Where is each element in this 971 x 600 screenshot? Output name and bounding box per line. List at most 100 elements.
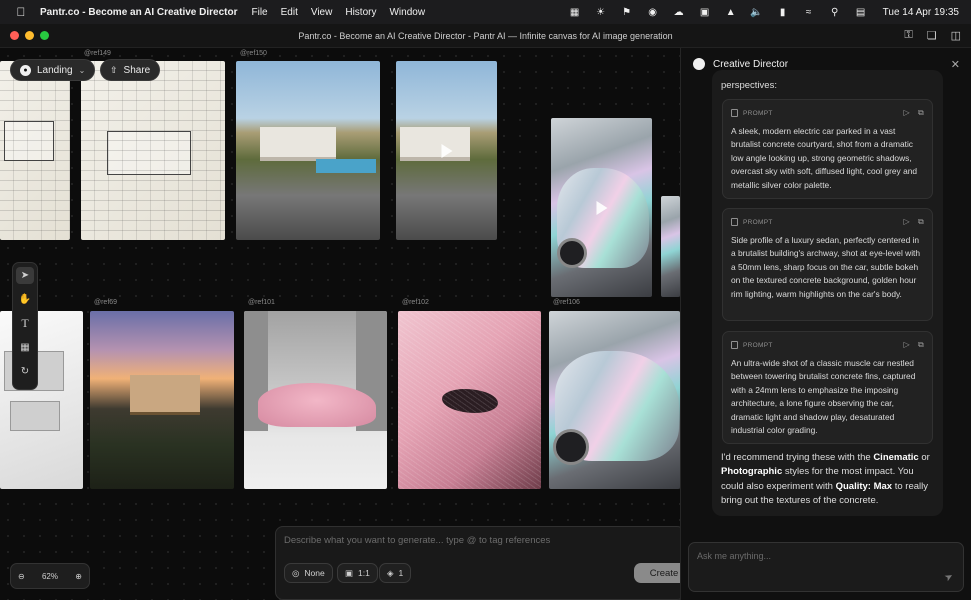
hand-tool-icon[interactable]: ✋ <box>16 291 34 308</box>
image-card-partial[interactable] <box>661 196 680 297</box>
record-icon[interactable]: ◉ <box>647 6 659 18</box>
zoom-window-button[interactable] <box>40 31 49 40</box>
prompt-actions: ▷ ⧉ <box>904 217 924 227</box>
image-card-ref149[interactable] <box>81 61 225 240</box>
minimize-window-button[interactable] <box>25 31 34 40</box>
panel-title: Creative Director <box>713 58 789 70</box>
battery-icon[interactable]: ▮ <box>777 6 789 18</box>
control-center-icon[interactable]: ▤ <box>855 6 867 18</box>
copy-icon[interactable]: ⧉ <box>918 217 924 227</box>
play-icon[interactable]: ▷ <box>904 340 910 350</box>
zoom-control: ⊖ 62% ⊕ <box>10 563 90 589</box>
video-card-villa[interactable] <box>396 61 497 240</box>
document-icon <box>731 341 738 349</box>
image-card-ref106[interactable] <box>549 311 680 489</box>
ref-label: @ref102 <box>402 299 429 306</box>
document-icon <box>731 218 738 226</box>
prompt-card: PROMPT ▷ ⧉ A sleek, modern electric car … <box>722 99 933 199</box>
rec-bold: Photographic <box>721 466 783 478</box>
prompt-label: PROMPT <box>743 218 773 226</box>
ask-input-box[interactable]: Ask me anything... ➤ <box>688 542 964 592</box>
chevron-down-icon: ⌄ <box>78 65 86 75</box>
key-icon[interactable]: ⚿ <box>904 29 912 42</box>
notion-icon[interactable]: ▣ <box>699 6 711 18</box>
play-icon[interactable]: ▷ <box>904 217 910 227</box>
volume-icon[interactable]: 🔈 <box>750 6 762 18</box>
titlebar-actions: ⚿ ❏ ◫ <box>904 29 971 42</box>
apple-icon[interactable]:  <box>14 5 28 19</box>
zoom-in-icon[interactable]: ⊕ <box>75 572 82 581</box>
infinite-canvas[interactable]: @ref149 @ref150 @ref69 @ref101 @ref102 @… <box>0 48 680 600</box>
close-icon[interactable]: ✕ <box>951 58 960 71</box>
style-chip[interactable]: ◎ None <box>284 563 333 583</box>
prompt-card: PROMPT ▷ ⧉ An ultra-wide shot of a class… <box>722 331 933 444</box>
aspect-ratio-chip[interactable]: ▣ 1:1 <box>337 563 378 583</box>
board-name: Landing <box>37 64 73 76</box>
prompt-actions: ▷ ⧉ <box>904 340 924 350</box>
menu-bar:  Pantr.co - Become an AI Creative Direc… <box>0 0 971 24</box>
prompt-card-header: PROMPT ▷ ⧉ <box>731 340 924 350</box>
count-chip[interactable]: ◈ 1 <box>379 563 412 583</box>
palette-icon: ◎ <box>292 567 300 578</box>
menu-window[interactable]: Window <box>389 7 425 18</box>
airplay-icon[interactable]: ▲ <box>725 6 737 18</box>
villa-pool <box>316 159 376 173</box>
prompt-text: An ultra-wide shot of a classic muscle c… <box>731 358 916 436</box>
window-titlebar: Pantr.co - Become an AI Creative Directo… <box>0 24 971 48</box>
board-selector[interactable]: ● Landing ⌄ <box>10 59 96 81</box>
image-card-ref101[interactable] <box>244 311 387 489</box>
prompt-text: A sleek, modern electric car parked in a… <box>731 126 918 190</box>
app-menu[interactable]: Pantr.co - Become an AI Creative Directo… <box>40 7 237 18</box>
prompt-card-header: PROMPT ▷ ⧉ <box>731 108 924 118</box>
create-button[interactable]: Create <box>634 563 680 583</box>
ref-label: @ref106 <box>553 299 580 306</box>
sketch-house <box>107 131 191 175</box>
copy-icon[interactable]: ⧉ <box>918 340 924 350</box>
arch-block <box>10 401 60 431</box>
pantr-logo-icon <box>693 58 705 70</box>
rec-text: I'd recommend trying these with the <box>721 452 874 463</box>
play-icon[interactable]: ▷ <box>904 108 910 118</box>
rec-bold: Cinematic <box>873 452 919 463</box>
zoom-out-icon[interactable]: ⊖ <box>18 572 25 581</box>
image-card-sketch-left[interactable] <box>0 61 70 240</box>
text-tool-icon[interactable]: T <box>16 315 34 332</box>
grid-tool-icon[interactable]: ▦ <box>16 339 34 356</box>
ref-label: @ref69 <box>94 299 118 306</box>
flag-icon[interactable]: ⚑ <box>621 6 633 18</box>
share-button[interactable]: ⇧ Share <box>100 59 161 81</box>
traffic-lights <box>10 31 49 40</box>
car-wheel <box>553 429 589 465</box>
image-card-ref102[interactable] <box>398 311 541 489</box>
pantr-logo-icon: ● <box>20 64 31 76</box>
menu-history[interactable]: History <box>345 7 376 18</box>
play-icon[interactable] <box>441 143 452 158</box>
sun-icon[interactable]: ☀ <box>595 6 607 18</box>
menu-view[interactable]: View <box>311 7 333 18</box>
sunset-building <box>130 375 200 415</box>
prompt-label: PROMPT <box>743 341 773 349</box>
menu-file[interactable]: File <box>251 7 267 18</box>
send-icon[interactable]: ➤ <box>942 571 955 585</box>
cloud-icon[interactable]: ☁ <box>673 6 685 18</box>
copy-icon[interactable]: ⧉ <box>918 108 924 118</box>
play-icon[interactable] <box>596 200 607 215</box>
share-label: Share <box>123 64 151 76</box>
lasso-tool-icon[interactable]: ↻ <box>16 363 34 380</box>
extensions-icon[interactable]: ❏ <box>927 29 937 42</box>
share-icon: ⇧ <box>110 64 118 75</box>
wifi-icon[interactable]: ≈ <box>803 6 815 18</box>
close-window-button[interactable] <box>10 31 19 40</box>
search-icon[interactable]: ⚲ <box>829 6 841 18</box>
image-card-ref69[interactable] <box>90 311 234 489</box>
menu-edit[interactable]: Edit <box>281 7 298 18</box>
box-icon[interactable]: ▦ <box>569 6 581 18</box>
car-wheel <box>557 238 587 268</box>
ask-input[interactable]: Ask me anything... <box>697 551 771 561</box>
prompt-input[interactable]: Describe what you want to generate... ty… <box>284 535 550 546</box>
video-card-holo-car[interactable] <box>551 118 652 297</box>
sidebar-toggle-icon[interactable]: ◫ <box>951 29 961 42</box>
menubar-clock[interactable]: Tue 14 Apr 19:35 <box>883 7 959 18</box>
select-tool-icon[interactable]: ➤ <box>16 267 34 284</box>
image-card-ref150[interactable] <box>236 61 380 240</box>
